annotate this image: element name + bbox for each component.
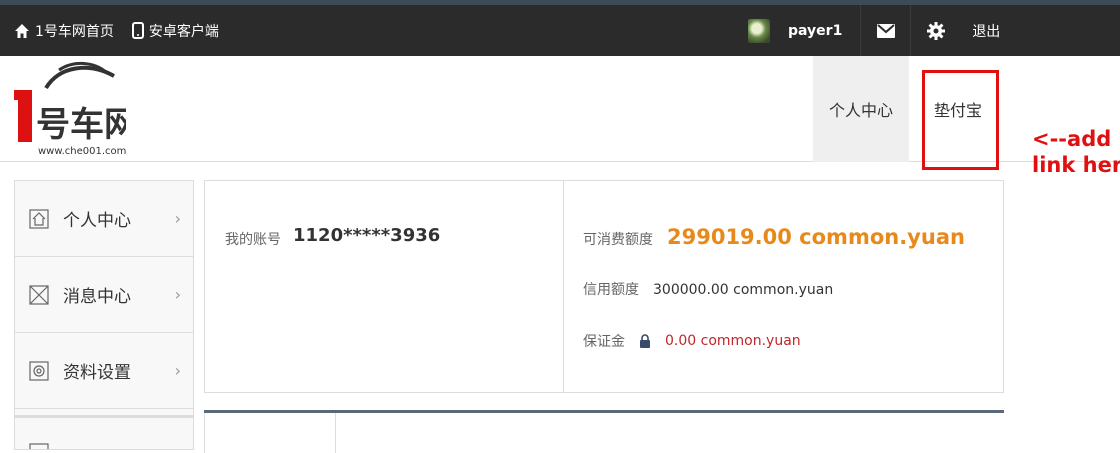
deposit-label: 保证金 [583,334,625,350]
annotation-text: <--add link here [1032,126,1120,178]
sidebar-item-message-center[interactable]: 消息中心 › [15,257,193,333]
chevron-right-icon: › [174,285,181,304]
settings-icon [29,360,49,381]
site-logo[interactable]: 号车网 www.che001.com [14,58,126,158]
android-client-label: 安卓客户端 [148,23,219,40]
home-link-label: 1号车网首页 [35,23,114,40]
panel-icon [29,443,49,449]
credit-value: 300000.00 common.yuan [653,282,834,298]
annotation-line: <--add [1032,127,1112,151]
sidebar: 个人中心 › 消息中心 › 资料设置 › [14,180,194,450]
avatar[interactable] [748,18,770,43]
sidebar-item-label: 资料设置 [63,363,131,383]
logout-link[interactable]: 退出 [972,21,1000,41]
nav-tab-label: 个人中心 [828,101,893,120]
mail-icon [876,23,895,38]
secondary-panel-tab[interactable] [204,413,336,453]
credit-label: 信用额度 [583,282,639,298]
nav-tab-personal-center[interactable]: 个人中心 [813,56,909,162]
credit-row: 信用额度 300000.00 common.yuan [583,279,833,299]
mail-button[interactable] [860,5,910,56]
account-label: 我的账号 [225,232,281,248]
home-icon [15,23,29,38]
secondary-panel [204,410,1004,453]
android-client-link[interactable]: 安卓客户端 [131,21,219,41]
chevron-right-icon: › [174,361,181,380]
sidebar-item-profile-settings[interactable]: 资料设置 › [15,333,193,409]
logo-url: www.che001.com [38,146,126,157]
sidebar-item-personal-center[interactable]: 个人中心 › [15,181,193,257]
sidebar-item-label: 消息中心 [63,287,131,307]
username[interactable]: payer1 [788,23,842,39]
message-icon [29,284,49,305]
spendable-row: 可消费额度 299019.00 common.yuan [583,225,965,249]
account-summary-panel: 我的账号 1120*****3936 可消费额度 299019.00 commo… [204,180,1004,393]
spendable-label: 可消费额度 [583,232,653,248]
deposit-row: 保证金 0.00 common.yuan [583,331,801,351]
divider [563,181,564,392]
annotation-highlight-box [922,70,999,170]
top-bar: 1号车网首页 安卓客户端 payer1 退出 [0,0,1120,56]
annotation-line: link here [1032,153,1120,177]
phone-icon [131,22,144,39]
gear-icon [926,21,945,40]
account-number: 1120*****3936 [293,225,441,246]
chevron-right-icon: › [174,209,181,228]
sidebar-item-cutoff[interactable] [15,415,193,449]
home-icon [29,208,49,229]
deposit-value[interactable]: 0.00 common.yuan [665,333,801,349]
svg-text:号车网: 号车网 [36,105,126,145]
home-link[interactable]: 1号车网首页 [14,21,114,41]
lock-icon [640,334,650,348]
settings-button[interactable] [910,5,960,56]
sidebar-item-label: 个人中心 [63,211,131,231]
spendable-value: 299019.00 common.yuan [667,225,965,249]
